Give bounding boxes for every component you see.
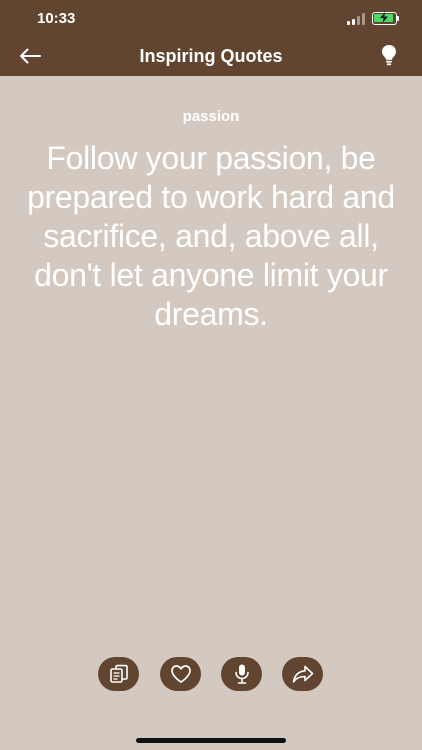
speak-button[interactable] <box>221 657 262 691</box>
navigation-bar: Inspiring Quotes <box>0 36 422 76</box>
share-icon <box>292 665 313 683</box>
battery-icon <box>372 12 397 25</box>
status-time: 10:33 <box>37 10 76 27</box>
quote-text: Follow your passion, be prepared to work… <box>27 140 395 332</box>
copy-icon <box>109 664 128 683</box>
copy-button[interactable] <box>98 657 139 691</box>
action-bar <box>0 657 422 697</box>
charging-bolt-icon <box>380 12 388 23</box>
heart-icon <box>170 665 191 683</box>
lightbulb-button[interactable] <box>376 40 402 70</box>
lightbulb-icon <box>382 45 396 66</box>
quote-category: passion <box>182 108 240 125</box>
status-bar: 10:33 <box>0 0 422 36</box>
page-title: Inspiring Quotes <box>139 46 283 66</box>
app-header: 10:33 Inspiring Quotes <box>0 0 422 76</box>
home-indicator <box>136 738 286 743</box>
share-button[interactable] <box>282 657 323 691</box>
favorite-button[interactable] <box>160 657 201 691</box>
signal-icon <box>347 13 365 25</box>
microphone-icon <box>234 664 249 684</box>
